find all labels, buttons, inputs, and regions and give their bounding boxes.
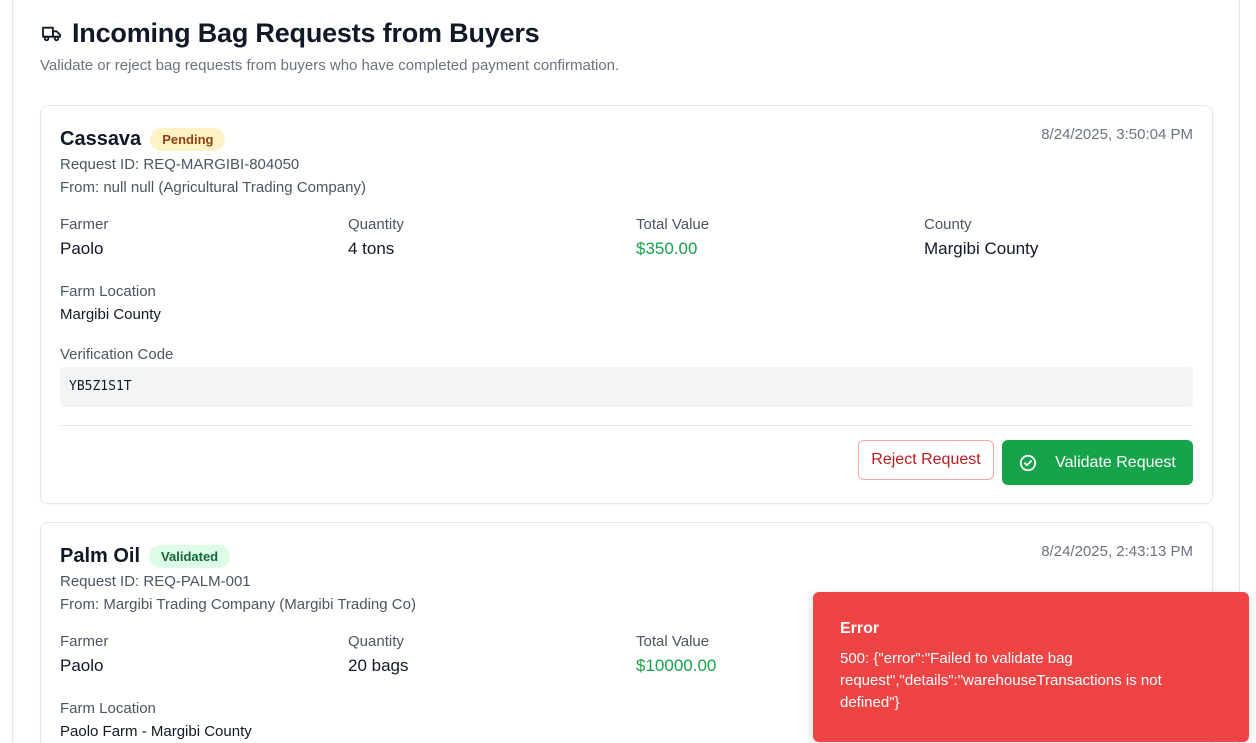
crop-name: Palm Oil xyxy=(60,545,141,567)
quantity-label: Quantity xyxy=(348,216,404,233)
verification-code: YB5Z1S1T xyxy=(60,367,1193,407)
total-value-field: Total Value $350.00 xyxy=(636,216,924,259)
farm-location-label: Farm Location xyxy=(60,283,156,300)
quantity-field: Quantity 20 bags xyxy=(348,633,636,676)
quantity-value: 20 bags xyxy=(348,656,409,675)
reject-request-button[interactable]: Reject Request xyxy=(858,440,994,480)
quantity-value: 4 tons xyxy=(348,239,395,258)
toast-title: Error xyxy=(840,620,880,637)
request-details-grid: Farmer Paolo Quantity 4 tons Total Value… xyxy=(60,216,1193,259)
validate-request-label: Validate Request xyxy=(1055,453,1176,471)
toast-message: 500: {"error":"Failed to validate bag re… xyxy=(840,650,1162,711)
status-badge: Pending xyxy=(150,128,226,151)
truck-icon xyxy=(40,22,64,46)
page-subtitle: Validate or reject bag requests from buy… xyxy=(40,57,620,74)
status-badge: Validated xyxy=(149,545,231,568)
total-value: $350.00 xyxy=(636,239,698,258)
page-title: Incoming Bag Requests from Buyers xyxy=(72,18,540,48)
request-timestamp: 8/24/2025, 2:43:13 PM xyxy=(1041,543,1193,560)
request-from: From: Margibi Trading Company (Margibi T… xyxy=(60,596,416,613)
farmer-field: Farmer Paolo xyxy=(60,633,348,676)
quantity-field: Quantity 4 tons xyxy=(348,216,636,259)
validate-request-button[interactable]: Validate Request xyxy=(1002,440,1193,485)
farmer-value: Paolo xyxy=(60,656,104,675)
farmer-value: Paolo xyxy=(60,239,104,258)
total-value-label: Total Value xyxy=(636,216,710,233)
farm-location-field: Farm Location Paolo Farm - Margibi Count… xyxy=(60,700,252,740)
farm-location-label: Farm Location xyxy=(60,700,156,717)
check-circle-icon xyxy=(1019,454,1037,472)
county-label: County xyxy=(924,216,972,233)
request-id: Request ID: REQ-MARGIBI-804050 xyxy=(60,156,300,173)
crop-name: Cassava xyxy=(60,128,142,150)
card-divider xyxy=(60,425,1193,426)
farmer-field: Farmer Paolo xyxy=(60,216,348,259)
farm-location-value: Margibi County xyxy=(60,306,161,323)
county-field: County Margibi County xyxy=(924,216,1193,259)
farmer-label: Farmer xyxy=(60,216,109,233)
county-value: Margibi County xyxy=(924,239,1039,258)
page-header: Incoming Bag Requests from Buyers Valida… xyxy=(40,18,619,74)
farm-location-field: Farm Location Margibi County xyxy=(60,283,161,323)
error-toast[interactable]: Error 500: {"error":"Failed to validate … xyxy=(813,592,1249,742)
verification-code-label: Verification Code xyxy=(60,346,174,363)
request-card: Cassava Pending 8/24/2025, 3:50:04 PM Re… xyxy=(40,105,1213,504)
farmer-label: Farmer xyxy=(60,633,109,650)
request-from: From: null null (Agricultural Trading Co… xyxy=(60,179,366,196)
quantity-label: Quantity xyxy=(348,633,404,650)
request-timestamp: 8/24/2025, 3:50:04 PM xyxy=(1041,126,1193,143)
farm-location-value: Paolo Farm - Margibi County xyxy=(60,723,252,740)
request-id: Request ID: REQ-PALM-001 xyxy=(60,573,251,590)
